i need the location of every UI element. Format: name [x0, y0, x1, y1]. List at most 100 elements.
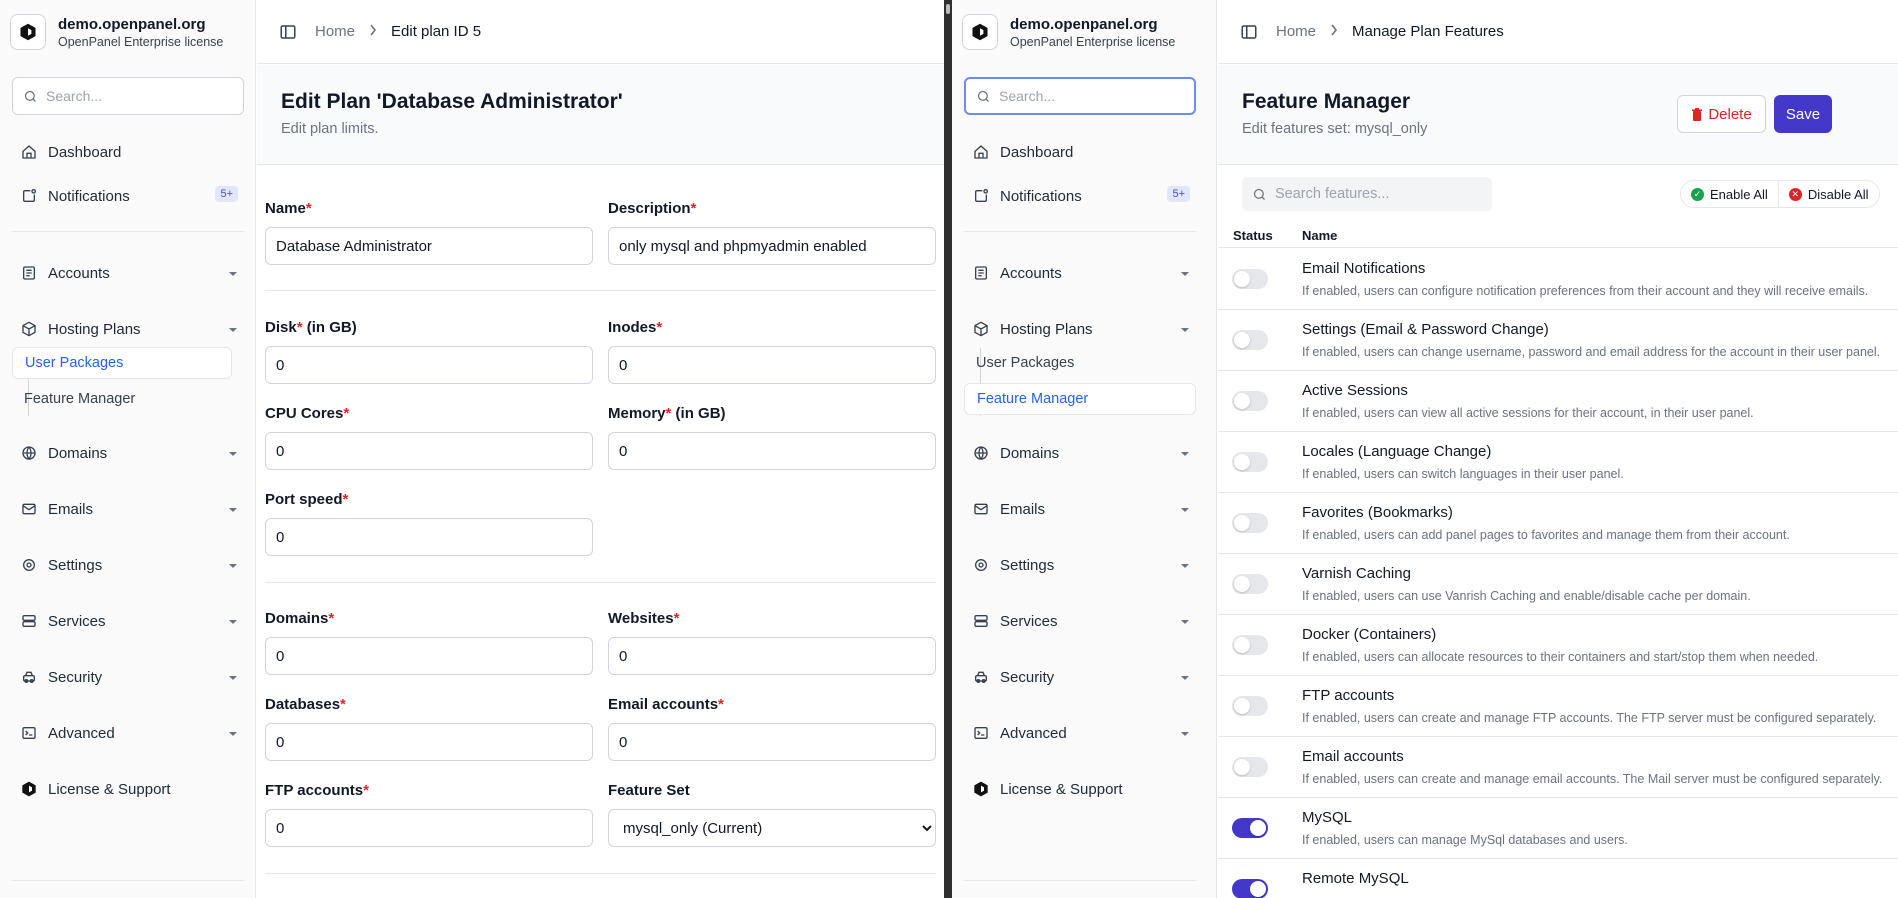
feature-description: If enabled, users can change username, p…	[1302, 345, 1881, 359]
sidebar-toggle-icon[interactable]	[1240, 23, 1258, 41]
feature-description: If enabled, users can manage MySql datab…	[1302, 833, 1628, 847]
feature-name: Varnish Caching	[1302, 565, 1411, 582]
sidebar-item-accounts[interactable]: Accounts	[972, 262, 1190, 284]
breadcrumb-home[interactable]: Home	[1276, 23, 1316, 40]
notifications-badge: 5+	[1167, 186, 1190, 202]
split-divider[interactable]	[944, 0, 952, 898]
sidebar-item-domains[interactable]: Domains	[20, 442, 238, 464]
search-icon	[24, 90, 36, 102]
security-icon	[972, 668, 990, 686]
feature-toggle[interactable]	[1232, 696, 1268, 716]
sidebar: demo.openpanel.org OpenPanel Enterprise …	[952, 0, 1217, 898]
brand-subtitle: OpenPanel Enterprise license	[1010, 34, 1176, 49]
memory-input[interactable]	[608, 432, 936, 470]
sidebar-item-accounts[interactable]: Accounts	[20, 262, 238, 284]
feature-toggle[interactable]	[1232, 391, 1268, 411]
feature-name: Settings (Email & Password Change)	[1302, 321, 1549, 338]
home-icon	[972, 143, 990, 161]
breadcrumb-home[interactable]: Home	[315, 23, 355, 40]
sidebar-item-notifications[interactable]: Notifications 5+	[20, 185, 238, 207]
divider	[964, 880, 1196, 881]
sidebar-item-advanced[interactable]: Advanced	[972, 722, 1190, 744]
sidebar-item-notifications[interactable]: Notifications 5+	[972, 185, 1190, 207]
databases-field: Databases*	[265, 696, 593, 761]
feature-name: Locales (Language Change)	[1302, 443, 1492, 460]
brand[interactable]: demo.openpanel.org OpenPanel Enterprise …	[10, 14, 223, 50]
toggle-knob	[1234, 637, 1250, 653]
sidebar-item-feature-manager[interactable]: Feature Manager	[964, 383, 1196, 415]
sidebar-item-label: Domains	[1000, 444, 1060, 462]
sidebar-item-services[interactable]: Services	[20, 610, 238, 632]
port-speed-input[interactable]	[265, 518, 593, 556]
feature-toggle[interactable]	[1232, 574, 1268, 594]
feature-toggle[interactable]	[1232, 757, 1268, 777]
sidebar-item-label: Feature Manager	[977, 391, 1089, 407]
feature-toggle[interactable]	[1232, 818, 1268, 838]
cpu-input[interactable]	[265, 432, 593, 470]
chevron-down-icon	[228, 266, 238, 283]
sidebar-item-user-packages[interactable]: User Packages	[964, 347, 1196, 379]
feature-description: If enabled, users can create and manage …	[1302, 711, 1877, 725]
sidebar-item-emails[interactable]: Emails	[20, 498, 238, 520]
delete-button[interactable]: Delete	[1677, 95, 1766, 133]
sidebar-item-label: User Packages	[25, 355, 124, 371]
sidebar-item-license[interactable]: License & Support	[20, 778, 238, 800]
sidebar-item-advanced[interactable]: Advanced	[20, 722, 238, 744]
sidebar-item-label: Dashboard	[1000, 143, 1074, 161]
feature-toggle[interactable]	[1232, 879, 1268, 898]
chevron-down-icon	[228, 670, 238, 687]
sidebar-item-security[interactable]: Security	[972, 666, 1190, 688]
sidebar-item-hosting-plans[interactable]: Hosting Plans	[972, 318, 1190, 340]
sidebar-item-hosting-plans[interactable]: Hosting Plans	[20, 318, 238, 340]
sidebar-item-user-packages[interactable]: User Packages	[12, 347, 232, 379]
table-row: Docker (Containers) If enabled, users can…	[1218, 615, 1898, 676]
sidebar-search-input[interactable]	[999, 88, 1189, 104]
table-row: FTP accounts If enabled, users can create…	[1218, 676, 1898, 737]
search-icon	[1253, 188, 1265, 200]
sidebar-search-input[interactable]	[46, 88, 236, 104]
feature-set-field: Feature Set mysql_only (Current)	[608, 782, 936, 847]
feature-toggle[interactable]	[1232, 330, 1268, 350]
chevron-down-icon	[1180, 558, 1190, 575]
mail-icon	[972, 500, 990, 518]
home-icon	[20, 143, 38, 161]
package-icon	[972, 320, 990, 338]
ftp-accounts-input[interactable]	[265, 809, 593, 847]
description-input[interactable]	[608, 227, 936, 265]
openpanel-logo-icon	[962, 14, 998, 50]
databases-input[interactable]	[265, 723, 593, 761]
websites-input[interactable]	[608, 637, 936, 675]
sidebar-item-services[interactable]: Services	[972, 610, 1190, 632]
email-accounts-input[interactable]	[608, 723, 936, 761]
sidebar-item-dashboard[interactable]: Dashboard	[972, 141, 1190, 163]
save-button[interactable]: Save	[1774, 95, 1832, 133]
brand[interactable]: demo.openpanel.org OpenPanel Enterprise …	[962, 14, 1175, 50]
feature-set-select[interactable]: mysql_only (Current)	[608, 809, 936, 847]
feature-toggle[interactable]	[1232, 513, 1268, 533]
feature-toggle[interactable]	[1232, 635, 1268, 655]
enable-all-button[interactable]: ✓ Enable All	[1681, 181, 1778, 207]
sidebar-item-domains[interactable]: Domains	[972, 442, 1190, 464]
name-input[interactable]	[265, 227, 593, 265]
disable-all-button[interactable]: ✕ Disable All	[1777, 181, 1879, 207]
server-icon	[972, 612, 990, 630]
sidebar-item-license[interactable]: License & Support	[972, 778, 1190, 800]
feature-toggle[interactable]	[1232, 269, 1268, 289]
sidebar-toggle-icon[interactable]	[279, 23, 297, 41]
domains-input[interactable]	[265, 637, 593, 675]
feature-search-input[interactable]	[1275, 186, 1485, 202]
sidebar-item-dashboard[interactable]: Dashboard	[20, 141, 238, 163]
feature-toggle[interactable]	[1232, 452, 1268, 472]
sidebar-item-settings[interactable]: Settings	[20, 554, 238, 576]
disk-input[interactable]	[265, 346, 593, 384]
sidebar-item-emails[interactable]: Emails	[972, 498, 1190, 520]
sidebar-item-label: Emails	[48, 500, 94, 518]
table-row: Locales (Language Change) If enabled, use…	[1218, 432, 1898, 493]
sidebar-item-label: License & Support	[1000, 780, 1123, 798]
sidebar-item-security[interactable]: Security	[20, 666, 238, 688]
table-row: Email accounts If enabled, users can crea…	[1218, 737, 1898, 798]
inodes-input[interactable]	[608, 346, 936, 384]
sidebar-item-settings[interactable]: Settings	[972, 554, 1190, 576]
sidebar-item-label: Security	[48, 668, 103, 686]
sidebar-item-feature-manager[interactable]: Feature Manager	[12, 383, 232, 415]
